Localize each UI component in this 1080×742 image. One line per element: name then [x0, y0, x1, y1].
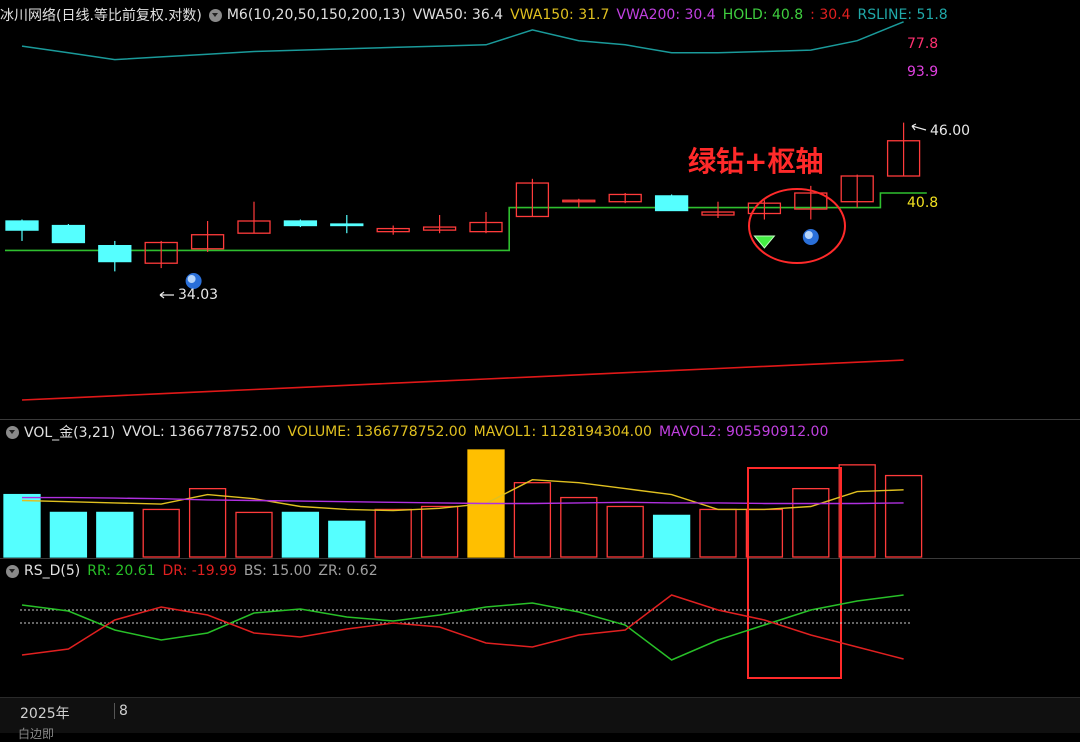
volume-bar	[699, 508, 737, 558]
candle-body	[98, 244, 132, 263]
volume-bar	[328, 520, 366, 558]
volume-bar	[513, 482, 552, 558]
volume-bar	[606, 505, 644, 558]
low-price-label: 34.03	[178, 287, 219, 303]
mavol2-series	[22, 496, 904, 505]
annotation-box	[747, 467, 842, 679]
volume-bar	[49, 511, 88, 558]
candle-body	[5, 220, 39, 231]
volume-bar	[3, 493, 41, 558]
volume-bar	[792, 487, 830, 558]
annotation-ellipse	[748, 188, 846, 264]
pivot-ball-icon-highlight	[804, 231, 813, 239]
volume-bar	[96, 511, 134, 558]
hold-series	[5, 192, 927, 252]
volume-bar	[142, 508, 180, 558]
high-price-label: 46.00	[930, 123, 971, 139]
candle-body	[654, 195, 689, 212]
rs-value-label: 93.9	[907, 64, 939, 80]
year-label: 2025年	[20, 706, 70, 722]
volume-bar	[374, 508, 412, 558]
high-arrow-icon	[911, 123, 927, 131]
candle-body	[283, 220, 318, 227]
volume-bar	[420, 505, 459, 558]
volume-bar	[235, 511, 273, 558]
rsline-series	[21, 21, 904, 61]
month-label: 8	[114, 703, 128, 719]
mavol1-series	[21, 478, 904, 512]
volume-bar	[652, 514, 691, 558]
volume-bar	[745, 508, 784, 558]
dr-series	[21, 594, 904, 660]
volume-bar	[281, 511, 320, 558]
volume-bar	[884, 474, 923, 558]
volume-bar	[560, 496, 598, 558]
chart-canvas[interactable]	[0, 0, 1080, 697]
rs-top-label: 77.8	[907, 36, 939, 52]
ma-red-series	[21, 359, 904, 401]
pivot-ball-icon-highlight	[187, 275, 196, 283]
low-arrow-icon	[159, 291, 174, 299]
candle-body	[51, 224, 86, 244]
footer-cut-label: 白边即	[18, 727, 55, 741]
candle-body	[330, 223, 364, 227]
annotation-text: 绿钻+枢轴	[688, 145, 824, 178]
hold-price-label: 40.8	[907, 195, 939, 211]
rr-series	[21, 594, 904, 661]
time-axis: 2025年 8 白边即	[0, 697, 1080, 741]
volume-bar	[838, 464, 876, 558]
